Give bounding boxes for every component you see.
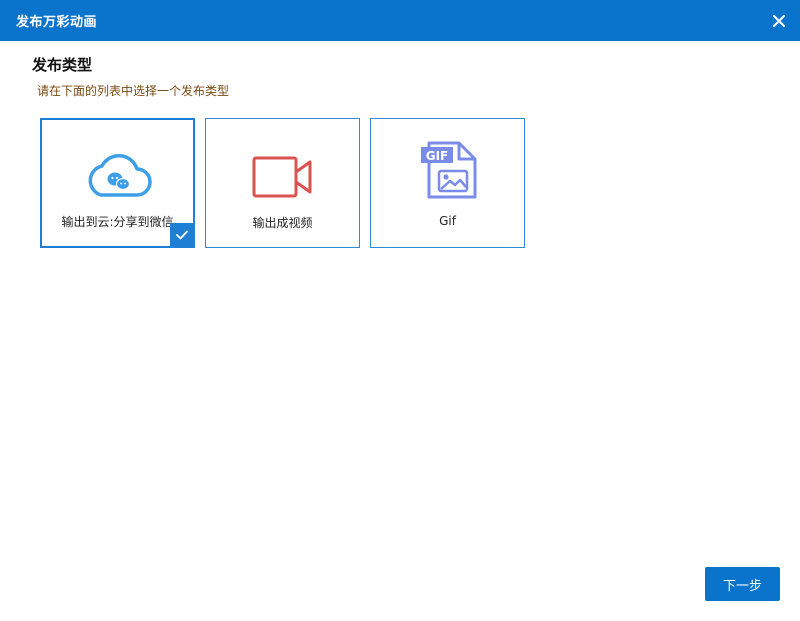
option-video[interactable]: 输出成视频 bbox=[205, 118, 360, 248]
section-hint: 请在下面的列表中选择一个发布类型 bbox=[37, 84, 230, 98]
gif-file-icon: GIF bbox=[420, 141, 476, 199]
window-title: 发布万彩动画 bbox=[16, 15, 98, 30]
checkmark-icon bbox=[176, 230, 188, 240]
video-camera-icon bbox=[252, 156, 311, 198]
selected-badge bbox=[170, 223, 194, 247]
title-bar: 发布万彩动画 bbox=[0, 0, 800, 41]
option-label: Gif bbox=[439, 214, 456, 228]
cloud-wechat-icon bbox=[88, 153, 152, 197]
option-gif[interactable]: GIF Gif bbox=[370, 118, 525, 248]
option-label: 输出成视频 bbox=[252, 216, 313, 230]
publish-type-list: 输出到云:分享到微信 输出成视频 GIF Gif bbox=[40, 118, 535, 248]
close-button[interactable] bbox=[766, 8, 792, 34]
section-title: 发布类型 bbox=[32, 56, 93, 74]
option-cloud-wechat[interactable]: 输出到云:分享到微信 bbox=[40, 118, 195, 248]
option-label: 输出到云:分享到微信 bbox=[61, 215, 174, 229]
svg-text:GIF: GIF bbox=[425, 149, 448, 163]
close-icon bbox=[773, 15, 785, 27]
next-button[interactable]: 下一步 bbox=[705, 567, 780, 601]
